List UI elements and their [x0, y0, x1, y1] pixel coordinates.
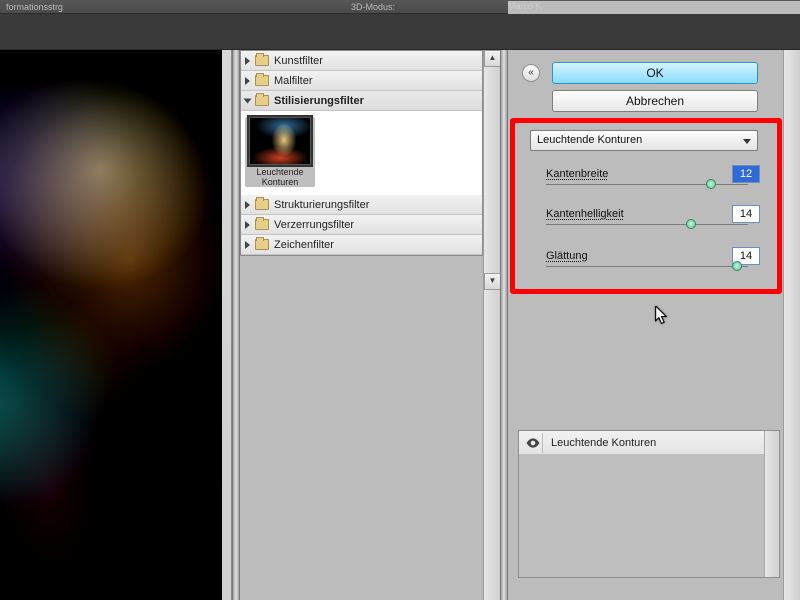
filter-select-dropdown[interactable]: Leuchtende Konturen [530, 130, 758, 151]
folder-icon [255, 219, 269, 230]
category-kunstfilter[interactable]: Kunstfilter [241, 51, 482, 71]
eye-icon [526, 438, 540, 448]
category-label: Malfilter [274, 75, 313, 87]
pane-divider-2[interactable] [500, 50, 508, 600]
preview-pane [0, 50, 232, 600]
preview-canvas[interactable] [0, 50, 222, 600]
folder-icon [255, 95, 269, 106]
folder-icon [255, 199, 269, 210]
category-label: Stilisierungsfilter [274, 95, 364, 107]
category-label: Verzerrungsfilter [274, 219, 354, 231]
filter-gallery-dialog: Kunstfilter Malfilter Stilisierungsfilte… [0, 50, 800, 600]
categories-scrollbar[interactable]: ▲ ▼ [483, 50, 500, 600]
slider-knob[interactable] [732, 261, 742, 271]
category-label: Kunstfilter [274, 55, 323, 67]
param-value-input[interactable]: 14 [732, 205, 760, 223]
param-label: Kantenhelligkeit [546, 208, 624, 220]
app-menubar: formationsstrg 3D-Modus: Marco K [0, 0, 800, 14]
category-verzerrungsfilter[interactable]: Verzerrungsfilter [241, 215, 482, 235]
pane-divider-1[interactable] [232, 50, 240, 600]
category-label: Zeichenfilter [274, 239, 334, 251]
category-label: Strukturierungsfilter [274, 199, 369, 211]
slider-track[interactable] [546, 266, 748, 267]
filter-category-list: Kunstfilter Malfilter Stilisierungsfilte… [240, 50, 483, 256]
category-thumbnails: Leuchtende Konturen [241, 111, 482, 195]
visibility-toggle[interactable] [523, 433, 543, 453]
collapse-button[interactable]: « [522, 64, 540, 82]
disclosure-triangle-icon [245, 241, 250, 249]
param-kantenhelligkeit: Kantenhelligkeit 14 [546, 208, 760, 220]
slider-track[interactable] [546, 184, 748, 185]
menubar-3d-label: 3D-Modus: [351, 2, 395, 12]
category-malfilter[interactable]: Malfilter [241, 71, 482, 91]
category-zeichenfilter[interactable]: Zeichenfilter [241, 235, 482, 255]
disclosure-triangle-icon [245, 57, 250, 65]
preview-art [0, 50, 222, 600]
slider-knob[interactable] [686, 219, 696, 229]
settings-scrollbar[interactable] [783, 50, 800, 600]
menubar-left-label: formationsstrg [6, 2, 63, 12]
dropdown-selected-label: Leuchtende Konturen [537, 134, 642, 146]
cancel-button-label: Abbrechen [626, 94, 684, 108]
filter-categories-pane: Kunstfilter Malfilter Stilisierungsfilte… [240, 50, 500, 600]
category-stilisierungsfilter[interactable]: Stilisierungsfilter [241, 91, 482, 111]
param-glaettung: Glättung 14 [546, 250, 760, 262]
effect-layer-name: Leuchtende Konturen [551, 437, 656, 449]
scroll-up-button[interactable]: ▲ [484, 50, 501, 67]
filter-thumb-leuchtende-konturen[interactable]: Leuchtende Konturen [245, 117, 315, 187]
filter-settings-pane: « OK Abbrechen Leuchtende Konturen Kante… [508, 50, 800, 600]
cancel-button[interactable]: Abbrechen [552, 90, 758, 112]
collapse-icon: « [528, 67, 534, 78]
effect-layers-panel: Leuchtende Konturen [518, 430, 780, 578]
slider-knob[interactable] [706, 179, 716, 189]
param-value-input[interactable]: 12 [732, 165, 760, 183]
chevron-down-icon [743, 139, 751, 144]
category-strukturierungsfilter[interactable]: Strukturierungsfilter [241, 195, 482, 215]
disclosure-triangle-icon [245, 201, 250, 209]
slider-track[interactable] [546, 224, 748, 225]
effect-layers-empty [519, 455, 779, 577]
layers-scrollbar[interactable] [764, 431, 779, 577]
scroll-down-button[interactable]: ▼ [484, 273, 501, 290]
filter-thumbnail-image [249, 117, 311, 165]
disclosure-triangle-icon [245, 77, 250, 85]
disclosure-triangle-icon [244, 98, 252, 103]
ok-button-label: OK [646, 66, 663, 80]
folder-icon [255, 75, 269, 86]
disclosure-triangle-icon [245, 221, 250, 229]
folder-icon [255, 239, 269, 250]
param-label: Kantenbreite [546, 168, 608, 180]
param-kantenbreite: Kantenbreite 12 [546, 168, 760, 180]
filter-thumbnail-label: Leuchtende Konturen [245, 167, 315, 187]
ok-button[interactable]: OK [552, 62, 758, 84]
effect-layer-row[interactable]: Leuchtende Konturen [519, 431, 779, 455]
folder-icon [255, 55, 269, 66]
param-label: Glättung [546, 250, 588, 262]
options-bar [0, 14, 800, 50]
